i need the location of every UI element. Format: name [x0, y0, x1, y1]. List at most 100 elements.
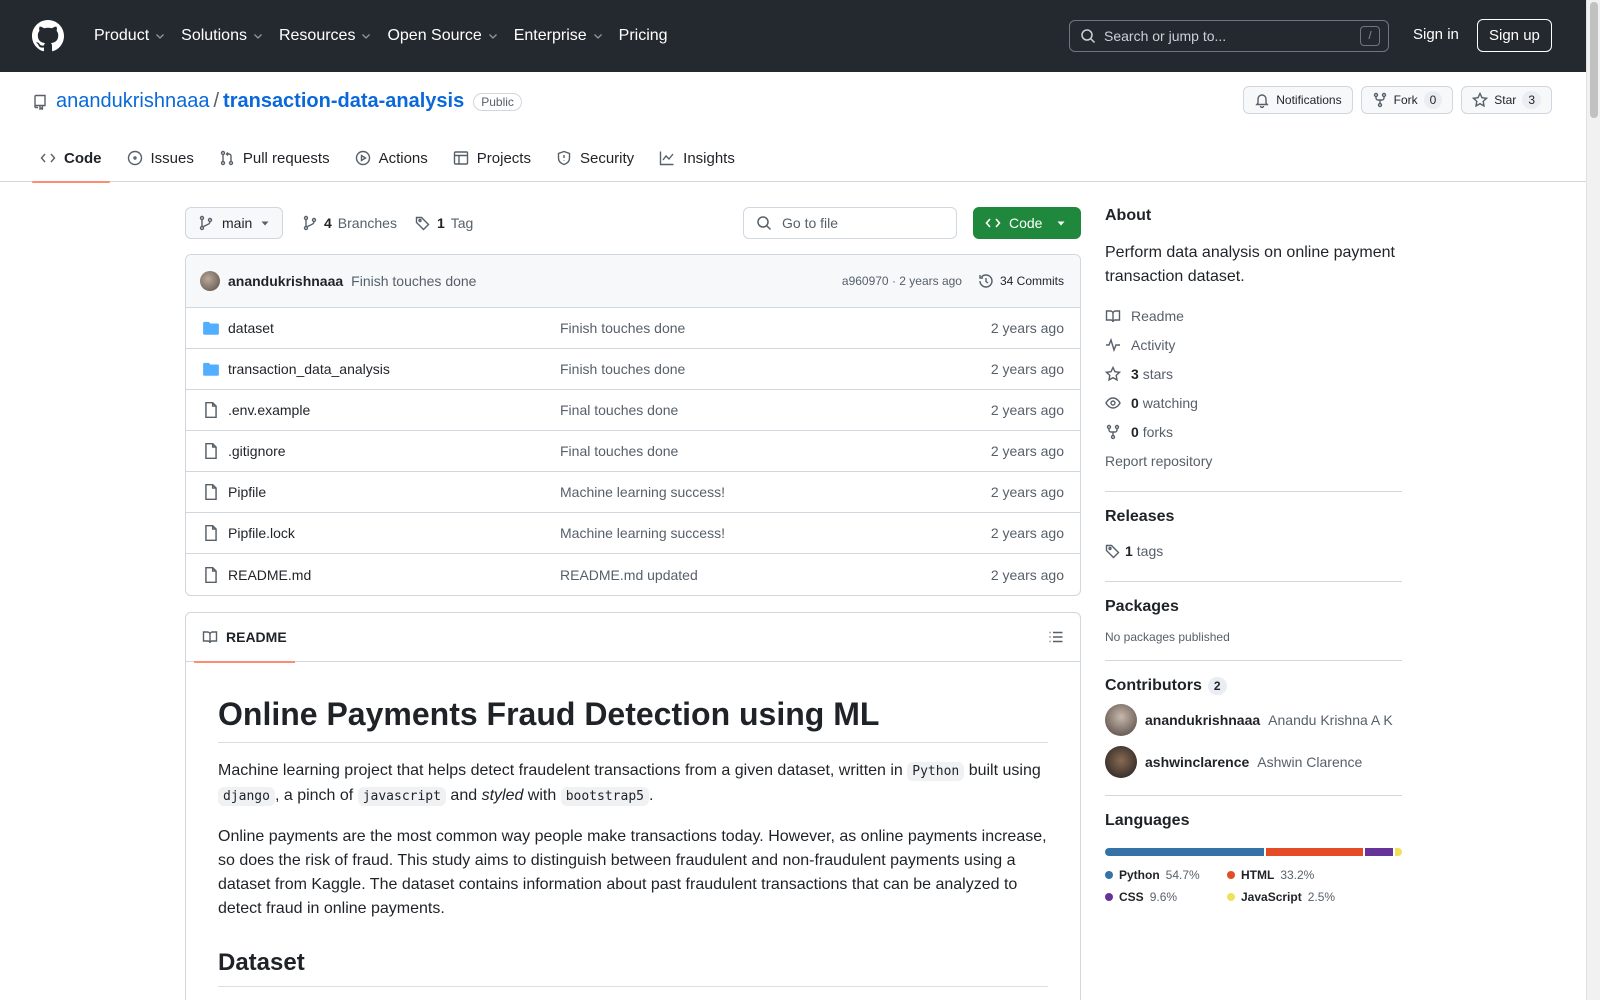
chevron-down-icon: [254, 34, 262, 39]
branch-meta: 4 Branches 1 Tag: [302, 207, 473, 239]
tab-issues[interactable]: Issues: [119, 134, 202, 182]
avatar[interactable]: [1105, 746, 1137, 778]
language-item[interactable]: JavaScript 2.5%: [1227, 890, 1367, 904]
contributor-item[interactable]: anandukrishnaaa Anandu Krishna A K: [1105, 703, 1402, 737]
file-name-link[interactable]: dataset: [228, 320, 560, 336]
file-commit-link[interactable]: Final touches done: [560, 402, 991, 418]
top-nav-enterprise[interactable]: Enterprise: [506, 20, 611, 52]
top-nav-open-source[interactable]: Open Source: [379, 20, 505, 52]
language-item[interactable]: CSS 9.6%: [1105, 890, 1227, 904]
watching-link[interactable]: 0 watching: [1105, 388, 1402, 417]
file-age: 2 years ago: [990, 361, 1064, 377]
branch-icon: [199, 215, 213, 231]
branch-selector[interactable]: main: [185, 207, 284, 239]
contributor-name: Ashwin Clarence: [1257, 754, 1363, 770]
commit-author-link[interactable]: anandukrishnaaa: [228, 273, 343, 289]
fork-label: Fork: [1393, 93, 1418, 107]
outline-list-icon[interactable]: [1048, 629, 1064, 645]
forks-link[interactable]: 0 forks: [1105, 417, 1402, 446]
chevron-down-icon: [362, 34, 371, 39]
avatar[interactable]: [1105, 704, 1137, 736]
tab-security[interactable]: Security: [548, 134, 642, 182]
code-dropdown-button[interactable]: Code: [973, 207, 1081, 239]
branches-link[interactable]: 4 Branches: [302, 215, 397, 231]
tab-insights[interactable]: Insights: [651, 134, 743, 182]
repo-name-link[interactable]: transaction-data-analysis: [223, 90, 464, 113]
intro-text-4: and: [445, 787, 482, 804]
file-name-link[interactable]: .gitignore: [228, 443, 560, 459]
top-nav-pricing[interactable]: Pricing: [611, 20, 676, 52]
tags-link[interactable]: 1 Tag: [415, 215, 473, 231]
stars-count: 3: [1131, 365, 1139, 382]
go-to-file-input[interactable]: Go to file: [743, 207, 957, 239]
releases-tags-count: 1: [1125, 542, 1133, 559]
packages-heading[interactable]: Packages: [1105, 598, 1402, 616]
file-name-link[interactable]: README.md: [228, 567, 560, 583]
avatar[interactable]: [200, 271, 220, 291]
file-commit-link[interactable]: Machine learning success!: [560, 484, 991, 500]
file-commit-link[interactable]: Final touches done: [560, 443, 991, 459]
sign-in-link[interactable]: Sign in: [1413, 26, 1459, 43]
file-name-link[interactable]: Pipfile.lock: [228, 525, 560, 541]
fork-icon: [1373, 92, 1386, 108]
search-placeholder: Search or jump to...: [1104, 28, 1227, 44]
visibility-badge: Public: [473, 92, 522, 111]
history-icon: [979, 274, 993, 288]
star-button[interactable]: Star 3: [1461, 86, 1552, 114]
repo-owner-link[interactable]: anandukrishnaaa: [56, 90, 209, 113]
github-logo-icon[interactable]: [32, 20, 64, 52]
commit-hash-link[interactable]: a960970 · 2 years ago: [842, 274, 962, 288]
tab-projects[interactable]: Projects: [445, 134, 539, 182]
inline-code-javascript: javascript: [357, 787, 446, 806]
activity-link[interactable]: Activity: [1105, 330, 1402, 359]
stars-link[interactable]: 3 stars: [1105, 359, 1402, 388]
releases-heading[interactable]: Releases: [1105, 508, 1402, 526]
readme-title: Online Payments Fraud Detection using ML: [218, 696, 1048, 743]
commit-message-link[interactable]: Finish touches done: [351, 273, 476, 289]
top-nav-product[interactable]: Product: [86, 20, 173, 52]
file-age: 2 years ago: [990, 566, 1064, 583]
file-commit-link[interactable]: Finish touches done: [560, 320, 991, 336]
search-input[interactable]: Search or jump to... /: [1069, 20, 1389, 52]
tab-label: Actions: [378, 149, 428, 167]
language-item[interactable]: Python 54.7%: [1105, 868, 1227, 882]
inline-code-django: django: [218, 787, 275, 806]
star-count: 3: [1522, 91, 1541, 109]
tags-link[interactable]: 1 tags: [1105, 536, 1402, 565]
contributors-heading[interactable]: Contributors 2: [1105, 677, 1402, 695]
language-percent: 9.6%: [1149, 890, 1178, 904]
top-nav-solutions[interactable]: Solutions: [173, 20, 271, 52]
divider: [1105, 795, 1402, 796]
branches-count: 4: [324, 215, 332, 231]
about-description: Perform data analysis on online payment …: [1105, 244, 1395, 285]
file-name-link[interactable]: .env.example: [228, 402, 560, 418]
search-icon: [757, 216, 772, 231]
report-repository-link[interactable]: Report repository: [1105, 446, 1402, 475]
file-name-link[interactable]: Pipfile: [228, 484, 560, 500]
language-percent: 33.2%: [1280, 868, 1315, 882]
notifications-button[interactable]: Notifications: [1243, 86, 1353, 114]
page-scrollbar[interactable]: [1586, 0, 1600, 1000]
commits-history-link[interactable]: 34 Commits: [978, 273, 1064, 289]
scrollbar-thumb[interactable]: [1590, 2, 1598, 118]
tab-pull-requests[interactable]: Pull requests: [211, 134, 338, 182]
table-icon: [453, 151, 468, 165]
language-item[interactable]: HTML 33.2%: [1227, 868, 1367, 882]
contributor-item[interactable]: ashwinclarence Ashwin Clarence: [1105, 745, 1402, 779]
watching-count: 0: [1131, 394, 1139, 411]
file-icon: [205, 524, 217, 542]
file-commit-link[interactable]: Machine learning success!: [560, 525, 991, 541]
readme-link[interactable]: Readme: [1105, 301, 1402, 330]
top-nav-label: Solutions: [181, 27, 247, 44]
file-commit-link[interactable]: README.md updated: [560, 567, 991, 583]
readme-tab[interactable]: README: [194, 613, 295, 663]
fork-button[interactable]: Fork 0: [1360, 86, 1454, 114]
file-name-link[interactable]: transaction_data_analysis: [228, 361, 560, 377]
tab-actions[interactable]: Actions: [347, 134, 436, 182]
file-commit-link[interactable]: Finish touches done: [560, 361, 991, 377]
divider: [1105, 581, 1402, 582]
eye-icon: [1105, 396, 1121, 409]
top-nav-resources[interactable]: Resources: [271, 20, 379, 52]
sign-up-button[interactable]: Sign up: [1477, 19, 1552, 52]
tab-code[interactable]: Code: [32, 134, 110, 183]
